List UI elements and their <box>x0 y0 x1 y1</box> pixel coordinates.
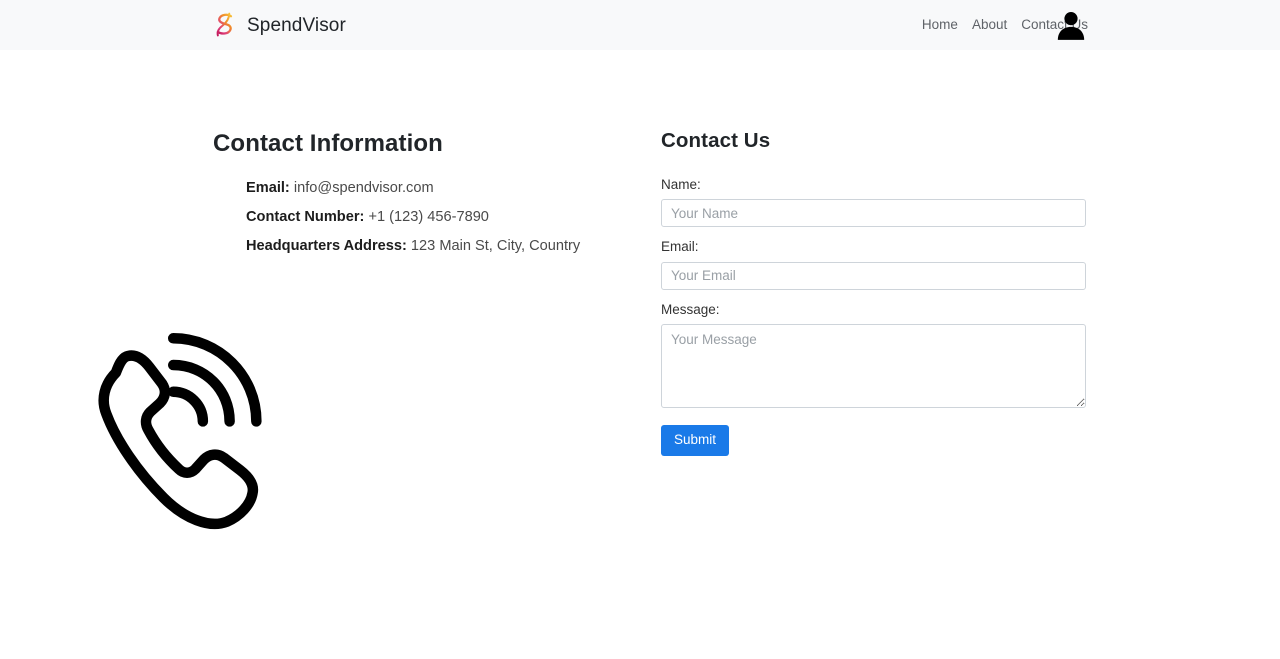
nav-link-home[interactable]: Home <box>922 18 958 32</box>
email-label: Email: <box>246 180 290 197</box>
contact-number-value: +1 (123) 456-7890 <box>368 209 489 226</box>
message-textarea[interactable] <box>661 324 1086 409</box>
list-item-contact-number: Contact Number: +1 (123) 456-7890 <box>246 203 633 232</box>
site-header: SpendVisor Home About Contact Us <box>0 0 1280 50</box>
headquarters-address-label: Headquarters Address: <box>246 238 407 255</box>
list-item-email: Email: info@spendvisor.com <box>246 174 633 203</box>
nav-link-about[interactable]: About <box>972 18 1007 32</box>
contact-information-list: Email: info@spendvisor.com Contact Numbe… <box>213 174 633 261</box>
contact-information-heading: Contact Information <box>213 130 443 157</box>
spendvisor-s-logo-icon <box>210 11 238 39</box>
contact-form: Name: Email: Message: Submit <box>661 176 1086 456</box>
message-label: Message: <box>661 301 720 317</box>
user-avatar-icon <box>1057 12 1085 40</box>
phone-call-icon <box>68 323 288 538</box>
submit-button[interactable]: Submit <box>661 425 730 456</box>
contact-information-section: Contact Information Email: info@spendvis… <box>98 128 633 530</box>
page-content: Contact Information Email: info@spendvis… <box>0 50 1280 659</box>
name-input[interactable] <box>661 199 1086 228</box>
email-value: info@spendvisor.com <box>293 180 434 197</box>
list-item-headquarters-address: Headquarters Address: 123 Main St, City,… <box>246 232 633 261</box>
message-field-group: Message: <box>661 301 1086 409</box>
email-field-group: Email: <box>661 238 1086 290</box>
brand-link[interactable]: SpendVisor <box>210 11 346 39</box>
email-input[interactable] <box>661 261 1086 290</box>
contact-form-section: Contact Us Name: Email: Message: Submit <box>661 128 1086 456</box>
name-label: Name: <box>661 176 701 192</box>
contact-number-label: Contact Number: <box>246 209 365 226</box>
headquarters-address-value: 123 Main St, City, Country <box>410 238 581 255</box>
contact-us-heading: Contact Us <box>661 129 771 152</box>
brand-name: SpendVisor <box>247 14 346 36</box>
name-field-group: Name: <box>661 176 1086 228</box>
avatar[interactable] <box>1052 6 1090 44</box>
email-label-form: Email: <box>661 239 699 255</box>
